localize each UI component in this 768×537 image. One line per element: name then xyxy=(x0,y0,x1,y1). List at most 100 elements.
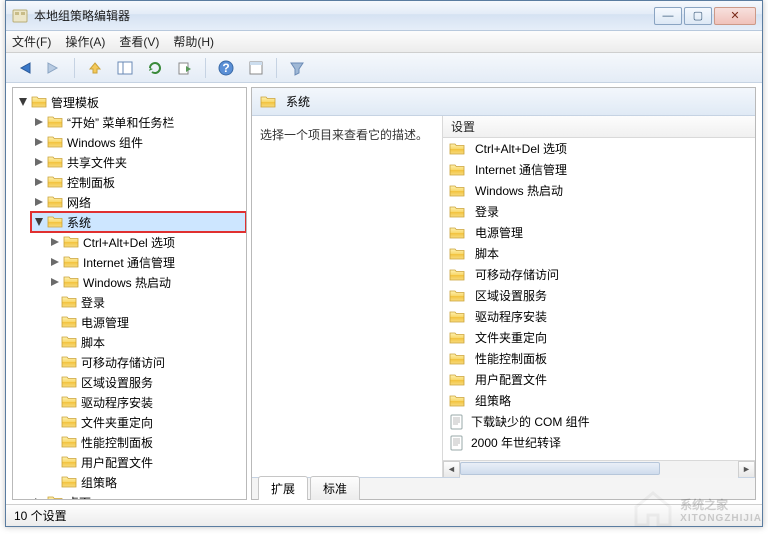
help-button[interactable] xyxy=(214,56,238,80)
folder-icon xyxy=(63,254,79,270)
maximize-button[interactable]: ▢ xyxy=(684,7,712,25)
tree-label: 用户配置文件 xyxy=(81,454,153,471)
tree-item[interactable]: 脚本 xyxy=(47,332,246,352)
refresh-button[interactable] xyxy=(143,56,167,80)
list-item-label: 组策略 xyxy=(475,392,511,409)
list-item[interactable]: 驱动程序安装 xyxy=(443,306,755,327)
list-item[interactable]: 区域设置服务 xyxy=(443,285,755,306)
menu-file[interactable]: 文件(F) xyxy=(12,33,51,50)
tree-item[interactable]: “开始” 菜单和任务栏 xyxy=(31,112,246,132)
expander-icon[interactable] xyxy=(17,96,29,108)
menu-help[interactable]: 帮助(H) xyxy=(173,33,214,50)
tree-item[interactable]: 驱动程序安装 xyxy=(47,392,246,412)
list-item[interactable]: 电源管理 xyxy=(443,222,755,243)
settings-list[interactable]: Ctrl+Alt+Del 选项Internet 通信管理Windows 热启动登… xyxy=(443,138,755,460)
list-item[interactable]: 2000 年世纪转译 xyxy=(443,432,755,453)
expander-icon[interactable] xyxy=(33,136,45,148)
export-button[interactable] xyxy=(173,56,197,80)
folder-icon xyxy=(61,474,77,490)
list-item[interactable]: 组策略 xyxy=(443,390,755,411)
list-item-label: 性能控制面板 xyxy=(475,350,547,367)
expander-icon[interactable] xyxy=(33,116,45,128)
tree-item[interactable]: 登录 xyxy=(47,292,246,312)
folder-icon xyxy=(449,330,465,346)
status-text: 10 个设置 xyxy=(14,507,67,524)
expander-icon[interactable] xyxy=(49,256,61,268)
up-button[interactable] xyxy=(83,56,107,80)
folder-icon xyxy=(47,494,63,500)
expander-icon[interactable] xyxy=(49,276,61,288)
list-item[interactable]: 性能控制面板 xyxy=(443,348,755,369)
description-text: 选择一个项目来查看它的描述。 xyxy=(260,128,428,142)
tree-item[interactable]: 桌面 xyxy=(31,492,246,500)
expander-icon[interactable] xyxy=(33,156,45,168)
list-item[interactable]: Internet 通信管理 xyxy=(443,159,755,180)
menu-view[interactable]: 查看(V) xyxy=(119,33,159,50)
folder-icon xyxy=(260,94,276,110)
folder-icon xyxy=(449,162,465,178)
filter-button[interactable] xyxy=(285,56,309,80)
scroll-track[interactable] xyxy=(460,461,738,478)
forward-button[interactable] xyxy=(42,56,66,80)
menu-action[interactable]: 操作(A) xyxy=(65,33,105,50)
tree-item[interactable]: 区域设置服务 xyxy=(47,372,246,392)
tree-item[interactable]: 共享文件夹 xyxy=(31,152,246,172)
tree-label: 管理模板 xyxy=(51,94,99,111)
tree-label: 驱动程序安装 xyxy=(81,394,153,411)
scroll-right-arrow[interactable]: ► xyxy=(738,461,755,478)
properties-button[interactable] xyxy=(244,56,268,80)
minimize-button[interactable]: — xyxy=(654,7,682,25)
folder-icon xyxy=(449,246,465,262)
list-item[interactable]: 用户配置文件 xyxy=(443,369,755,390)
folder-icon xyxy=(63,234,79,250)
tree-item[interactable]: 网络 xyxy=(31,192,246,212)
tree-item[interactable]: Windows 组件 xyxy=(31,132,246,152)
statusbar: 10 个设置 xyxy=(6,504,762,526)
list-item[interactable]: 可移动存储访问 xyxy=(443,264,755,285)
expander-icon[interactable] xyxy=(33,176,45,188)
tree-item[interactable]: 可移动存储访问 xyxy=(47,352,246,372)
list-item[interactable]: Ctrl+Alt+Del 选项 xyxy=(443,138,755,159)
folder-icon xyxy=(47,214,63,230)
tree-item[interactable]: Windows 热启动 xyxy=(47,272,246,292)
tree-label: 共享文件夹 xyxy=(67,154,127,171)
tree-item[interactable]: 文件夹重定向 xyxy=(47,412,246,432)
back-button[interactable] xyxy=(12,56,36,80)
folder-icon xyxy=(61,334,77,350)
tree-item[interactable]: 控制面板 xyxy=(31,172,246,192)
titlebar[interactable]: 本地组策略编辑器 — ▢ ✕ xyxy=(6,1,762,31)
tree-pane[interactable]: 管理模板“开始” 菜单和任务栏 Windows 组件共享文件夹控制面板网络系统Ct… xyxy=(12,87,247,500)
expander-icon[interactable] xyxy=(33,196,45,208)
list-item[interactable]: 登录 xyxy=(443,201,755,222)
tree-item[interactable]: Internet 通信管理 xyxy=(47,252,246,272)
close-button[interactable]: ✕ xyxy=(714,7,756,25)
tree-item-system[interactable]: 系统 xyxy=(31,212,246,232)
folder-icon xyxy=(47,134,63,150)
folder-icon xyxy=(449,183,465,199)
app-icon xyxy=(12,8,28,24)
tree-item-root[interactable]: 管理模板 xyxy=(15,92,246,112)
tree-label: 电源管理 xyxy=(81,314,129,331)
tree-item[interactable]: 用户配置文件 xyxy=(47,452,246,472)
panes-button[interactable] xyxy=(113,56,137,80)
list-item[interactable]: 文件夹重定向 xyxy=(443,327,755,348)
tab-standard[interactable]: 标准 xyxy=(310,476,360,500)
list-item[interactable]: 下载缺少的 COM 组件 xyxy=(443,411,755,432)
scroll-left-arrow[interactable]: ◄ xyxy=(443,461,460,478)
list-item[interactable]: 脚本 xyxy=(443,243,755,264)
horizontal-scrollbar[interactable]: ◄ ► xyxy=(443,460,755,477)
tree-label: Windows 组件 xyxy=(67,134,143,151)
expander-icon[interactable] xyxy=(33,496,45,500)
tree-item[interactable]: 电源管理 xyxy=(47,312,246,332)
folder-icon xyxy=(449,372,465,388)
expander-icon[interactable] xyxy=(49,236,61,248)
column-header-setting[interactable]: 设置 xyxy=(443,116,755,138)
scroll-thumb[interactable] xyxy=(460,462,660,475)
expander-icon[interactable] xyxy=(33,216,45,228)
tab-extended[interactable]: 扩展 xyxy=(258,476,308,500)
tree-item[interactable]: 性能控制面板 xyxy=(47,432,246,452)
tree-item[interactable]: Ctrl+Alt+Del 选项 xyxy=(47,232,246,252)
details-heading: 系统 xyxy=(286,93,310,110)
tree-item[interactable]: 组策略 xyxy=(47,472,246,492)
list-item[interactable]: Windows 热启动 xyxy=(443,180,755,201)
